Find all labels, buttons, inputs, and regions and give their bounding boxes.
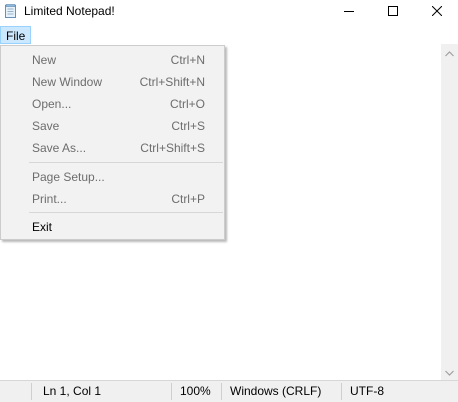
menu-separator — [29, 212, 223, 213]
maximize-button[interactable] — [370, 0, 416, 24]
title-bar: Limited Notepad! — [0, 0, 458, 24]
status-divider — [171, 383, 172, 400]
chevron-up-icon — [445, 46, 454, 60]
menu-item-shortcut: Ctrl+P — [171, 192, 205, 206]
menu-item-label: Page Setup... — [32, 170, 105, 184]
menu-item-page-setup[interactable]: Page Setup... — [2, 166, 223, 188]
menu-item-shortcut: Ctrl+Shift+S — [140, 141, 205, 155]
menu-item-label: New — [32, 53, 57, 67]
menu-item-save[interactable]: Save Ctrl+S — [2, 115, 223, 137]
menu-item-label: Save — [32, 119, 60, 133]
menu-item-shortcut: Ctrl+S — [171, 119, 205, 133]
menu-item-shortcut: Ctrl+O — [169, 97, 205, 111]
status-bar: Ln 1, Col 1 100% Windows (CRLF) UTF-8 — [0, 380, 458, 402]
menu-item-new-window[interactable]: New Window Ctrl+Shift+N — [2, 71, 223, 93]
notepad-icon — [5, 4, 17, 18]
chevron-down-icon — [445, 365, 454, 379]
minimize-button[interactable] — [326, 0, 372, 24]
close-icon — [431, 5, 443, 19]
menu-item-label: Print... — [32, 192, 67, 206]
menu-item-label: New Window — [32, 75, 103, 89]
status-cursor-position: Ln 1, Col 1 — [43, 384, 102, 398]
maximize-icon — [388, 5, 398, 19]
menu-item-print[interactable]: Print... Ctrl+P — [2, 188, 223, 210]
status-divider — [341, 383, 342, 400]
menu-item-exit[interactable]: Exit — [2, 216, 223, 238]
vertical-scrollbar[interactable] — [441, 44, 458, 380]
scroll-up-button[interactable] — [441, 44, 458, 61]
menu-file[interactable]: File — [0, 26, 32, 44]
status-zoom: 100% — [180, 384, 211, 398]
minimize-icon — [344, 5, 354, 19]
close-button[interactable] — [414, 0, 458, 24]
menu-item-shortcut: Ctrl+Shift+N — [139, 75, 205, 89]
status-line-ending: Windows (CRLF) — [230, 384, 322, 398]
status-encoding: UTF-8 — [350, 384, 384, 398]
menu-item-open[interactable]: Open... Ctrl+O — [2, 93, 223, 115]
status-divider — [31, 383, 32, 400]
menu-item-label: Exit — [32, 220, 53, 234]
menu-separator — [29, 162, 223, 163]
menu-item-save-as[interactable]: Save As... Ctrl+Shift+S — [2, 137, 223, 159]
status-divider — [221, 383, 222, 400]
menu-item-label: Open... — [32, 97, 72, 111]
menu-item-shortcut: Ctrl+N — [170, 53, 205, 67]
file-menu-dropdown: New Ctrl+N New Window Ctrl+Shift+N Open.… — [0, 45, 225, 240]
window-title: Limited Notepad! — [24, 4, 115, 18]
menu-bar: File — [0, 26, 458, 44]
menu-item-label: Save As... — [32, 141, 87, 155]
scroll-down-button[interactable] — [441, 363, 458, 380]
menu-item-new[interactable]: New Ctrl+N — [2, 49, 223, 71]
